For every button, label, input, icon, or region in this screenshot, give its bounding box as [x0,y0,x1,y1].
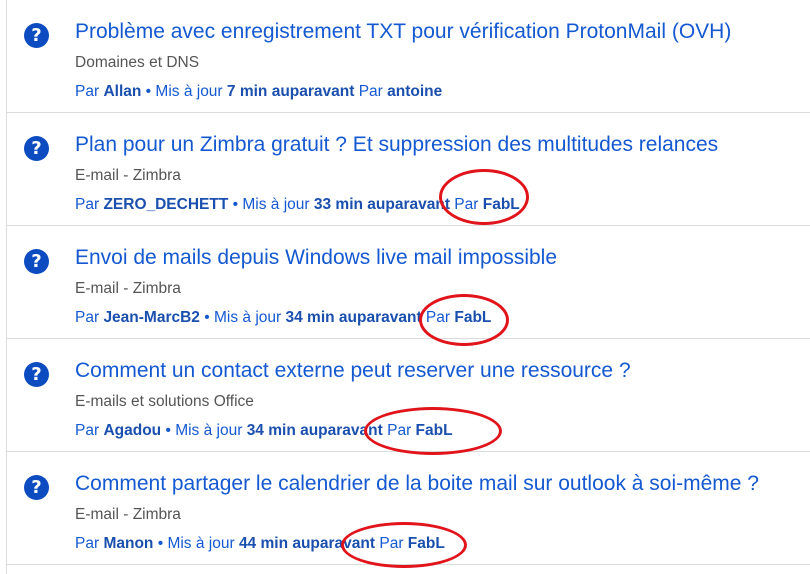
topic-title-link[interactable]: Plan pour un Zimbra gratuit ? Et suppres… [75,133,718,157]
author-link[interactable]: Allan [103,83,141,100]
question-circle-icon: ? [24,23,49,48]
question-circle-icon: ? [24,362,49,387]
topic-meta: Par Allan • Mis à jour 7 min auparavant … [75,83,442,101]
topic-meta: Par Agadou • Mis à jour 34 min auparavan… [75,422,453,440]
last-by-prefix: Par [454,196,479,213]
last-by-prefix: Par [425,309,451,326]
author-link[interactable]: Agadou [103,422,161,439]
last-by-prefix: Par [358,83,383,100]
topic-meta: Par Jean-MarcB2 • Mis à jour 34 min aupa… [75,309,491,327]
topic-item: ? Envoi de mails depuis Windows live mai… [7,226,810,339]
topic-meta: Par Manon • Mis à jour 44 min auparavant… [75,535,445,553]
topic-item: ? Comment un contact externe peut reserv… [7,339,810,452]
meta-separator: • [157,535,164,552]
updated-label: Mis à jour [175,422,243,439]
updated-age: 33 min auparavant [313,196,450,213]
question-circle-icon: ? [24,249,49,274]
last-author-link[interactable]: FabL [416,422,453,439]
by-prefix: Par [75,309,100,326]
last-author-link[interactable]: FabL [483,196,520,213]
topic-list: ? Problème avec enregistrement TXT pour … [6,0,810,574]
updated-age: 34 min auparavant [285,309,422,326]
meta-separator: • [232,196,239,213]
by-prefix: Par [75,422,100,439]
topic-category: E-mails et solutions Office [75,393,254,410]
meta-separator: • [204,309,210,326]
topic-title-link[interactable]: Envoi de mails depuis Windows live mail … [75,246,557,270]
updated-label: Mis à jour [242,196,310,213]
question-circle-icon: ? [24,475,49,500]
last-by-prefix: Par [387,422,412,439]
by-prefix: Par [75,535,100,552]
topic-item: ? Problème avec enregistrement TXT pour … [7,0,810,113]
question-circle-icon: ? [24,136,49,161]
topic-category: Domaines et DNS [75,54,200,71]
updated-label: Mis à jour [155,83,223,100]
last-author-link[interactable]: FabL [454,309,491,326]
topic-category: E-mail - Zimbra [75,280,181,297]
by-prefix: Par [75,196,100,213]
updated-age: 7 min auparavant [226,83,355,100]
updated-age: 44 min auparavant [238,535,376,552]
topic-meta: Par ZERO_DECHETT • Mis à jour 33 min aup… [75,196,520,214]
updated-age: 34 min auparavant [246,422,383,439]
updated-label: Mis à jour [167,535,235,552]
author-link[interactable]: Manon [103,535,153,552]
last-author-link[interactable]: FabL [408,535,445,552]
meta-separator: • [145,83,152,100]
author-link[interactable]: Jean-MarcB2 [103,309,200,326]
author-link[interactable]: ZERO_DECHETT [103,196,228,213]
topic-title-link[interactable]: Comment partager le calendrier de la boi… [75,472,759,496]
by-prefix: Par [75,83,100,100]
meta-separator: • [165,422,171,439]
topic-title-link[interactable]: Comment un contact externe peut reserver… [75,359,631,383]
topic-category: E-mail - Zimbra [75,506,181,523]
topic-category: E-mail - Zimbra [75,167,181,184]
topic-title-link[interactable]: Problème avec enregistrement TXT pour vé… [75,20,731,44]
updated-label: Mis à jour [214,309,282,326]
topic-item: ? Comment partager le calendrier de la b… [7,452,810,565]
topic-item: ? Plan pour un Zimbra gratuit ? Et suppr… [7,113,810,226]
last-by-prefix: Par [379,535,404,552]
last-author-link[interactable]: antoine [387,83,442,100]
